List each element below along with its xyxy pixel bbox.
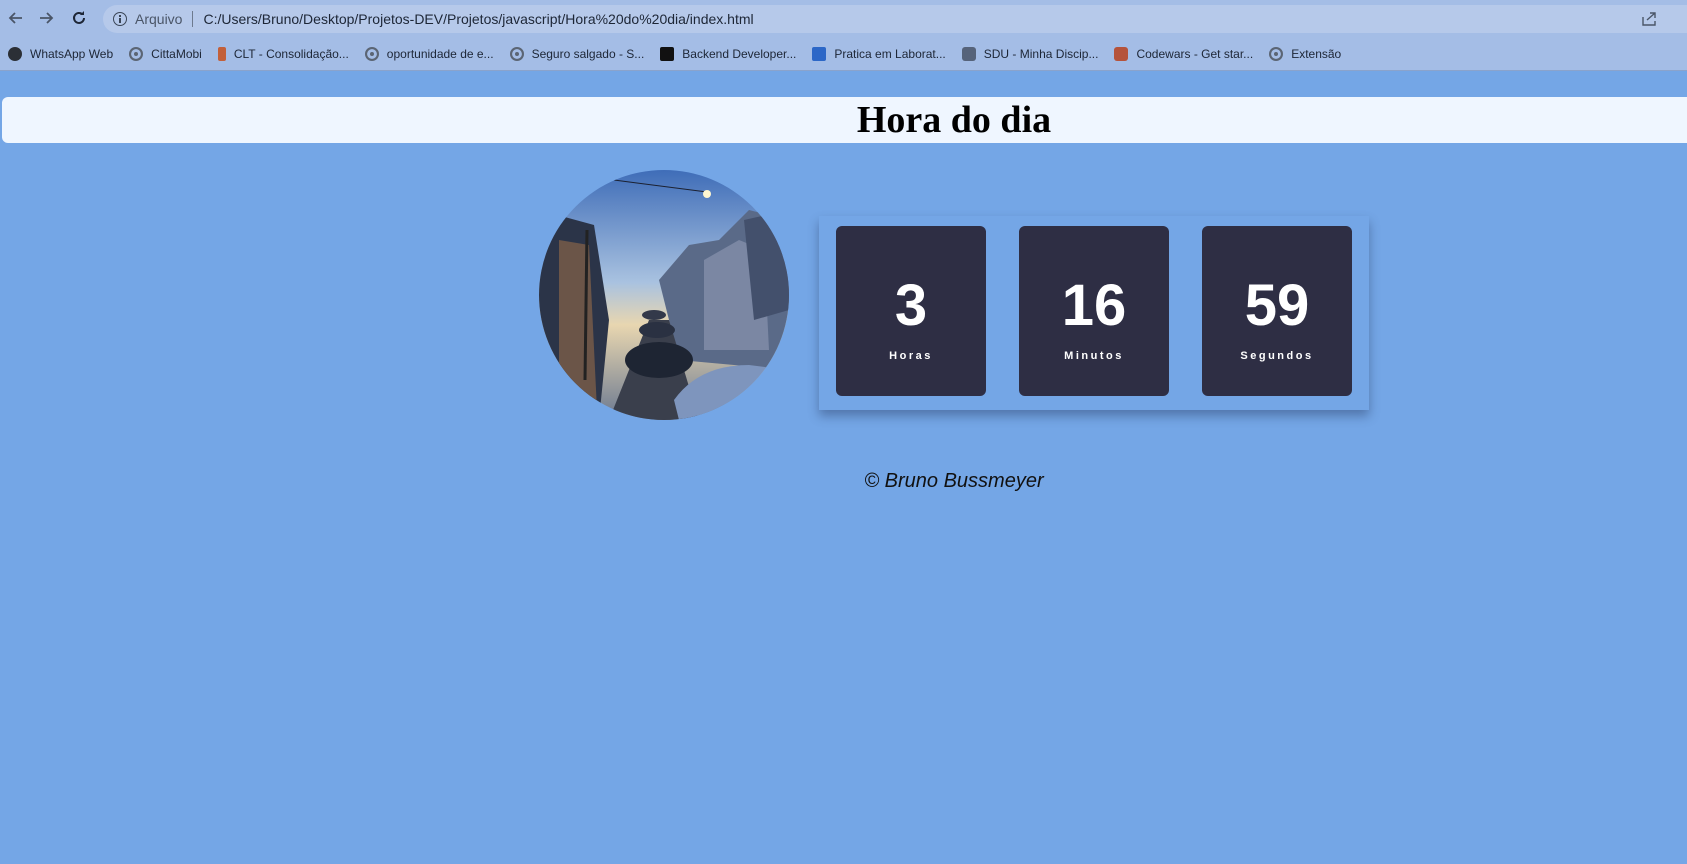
backend-icon — [660, 47, 675, 61]
whatsapp-icon — [8, 47, 22, 61]
classroom-icon — [812, 47, 827, 61]
bookmark-backend[interactable]: Backend Developer... — [660, 47, 796, 61]
bookmark-codewars[interactable]: Codewars - Get star... — [1114, 47, 1253, 61]
bookmark-extensao[interactable]: Extensão — [1269, 47, 1341, 61]
street-photo — [539, 170, 789, 420]
reload-button[interactable] — [69, 8, 89, 28]
bookmark-label: Codewars - Get star... — [1136, 47, 1254, 61]
footer-credit: © Bruno Bussmeyer — [864, 470, 1044, 492]
clt-icon — [217, 47, 226, 61]
scheme-label: Arquivo — [135, 11, 183, 27]
seconds-label: Segundos — [1240, 350, 1314, 362]
bookmark-cittamobi[interactable]: CittaMobi — [129, 47, 202, 61]
minutes-value: 16 — [1061, 273, 1127, 338]
page-title: Hora do dia — [856, 99, 1052, 141]
address-bar[interactable]: Arquivo C:/Users/Bruno/Desktop/Projetos-… — [103, 5, 1687, 33]
bookmark-label: Pratica em Laborat... — [834, 47, 946, 61]
forward-button[interactable] — [36, 8, 56, 28]
bookmark-oportunidade[interactable]: oportunidade de e... — [364, 47, 494, 61]
forward-arrow-icon — [40, 12, 54, 24]
globe-icon — [1269, 47, 1284, 61]
codewars-icon — [1114, 47, 1129, 61]
bookmark-label: WhatsApp Web — [30, 47, 114, 61]
seconds-value: 59 — [1244, 273, 1310, 338]
browser-toolbar: Arquivo C:/Users/Bruno/Desktop/Projetos-… — [0, 0, 1687, 38]
bookmark-sdu[interactable]: SDU - Minha Discip... — [961, 47, 1099, 61]
share-icon[interactable] — [1641, 12, 1657, 26]
seconds-tile: 59 Segundos — [1202, 226, 1352, 396]
bookmark-label: Backend Developer... — [682, 47, 797, 61]
hours-tile: 3 Horas — [836, 226, 986, 396]
reload-icon — [73, 11, 85, 24]
bookmark-label: Seguro salgado - S... — [531, 47, 645, 61]
clock-panel: 3 Horas 16 Minutos 59 Segundos — [819, 216, 1369, 410]
back-button[interactable] — [6, 8, 26, 28]
url-text: C:/Users/Bruno/Desktop/Projetos-DEV/Proj… — [203, 11, 754, 27]
bookmark-label: oportunidade de e... — [386, 47, 494, 61]
sdu-icon — [961, 47, 976, 61]
globe-icon — [129, 47, 144, 61]
bookmark-label: Extensão — [1291, 47, 1342, 61]
bookmark-pratica[interactable]: Pratica em Laborat... — [812, 47, 946, 61]
back-arrow-icon — [8, 12, 22, 24]
bookmarks-bar: WhatsApp Web CittaMobi CLT - Consolidaçã… — [0, 38, 1687, 71]
bookmark-seguro[interactable]: Seguro salgado - S... — [509, 47, 645, 61]
bookmark-label: CittaMobi — [151, 47, 202, 61]
address-divider — [192, 11, 194, 27]
hours-value: 3 — [894, 273, 928, 338]
globe-icon — [509, 47, 524, 61]
bookmark-label: SDU - Minha Discip... — [983, 47, 1099, 61]
bookmark-label: CLT - Consolidação... — [233, 47, 349, 61]
bookmark-clt[interactable]: CLT - Consolidação... — [217, 47, 349, 61]
minutes-label: Minutos — [1064, 350, 1124, 362]
minutes-tile: 16 Minutos — [1019, 226, 1169, 396]
info-icon[interactable] — [113, 12, 127, 26]
hours-label: Horas — [889, 350, 933, 362]
globe-icon — [364, 47, 379, 61]
bookmark-whatsapp[interactable]: WhatsApp Web — [8, 47, 113, 61]
